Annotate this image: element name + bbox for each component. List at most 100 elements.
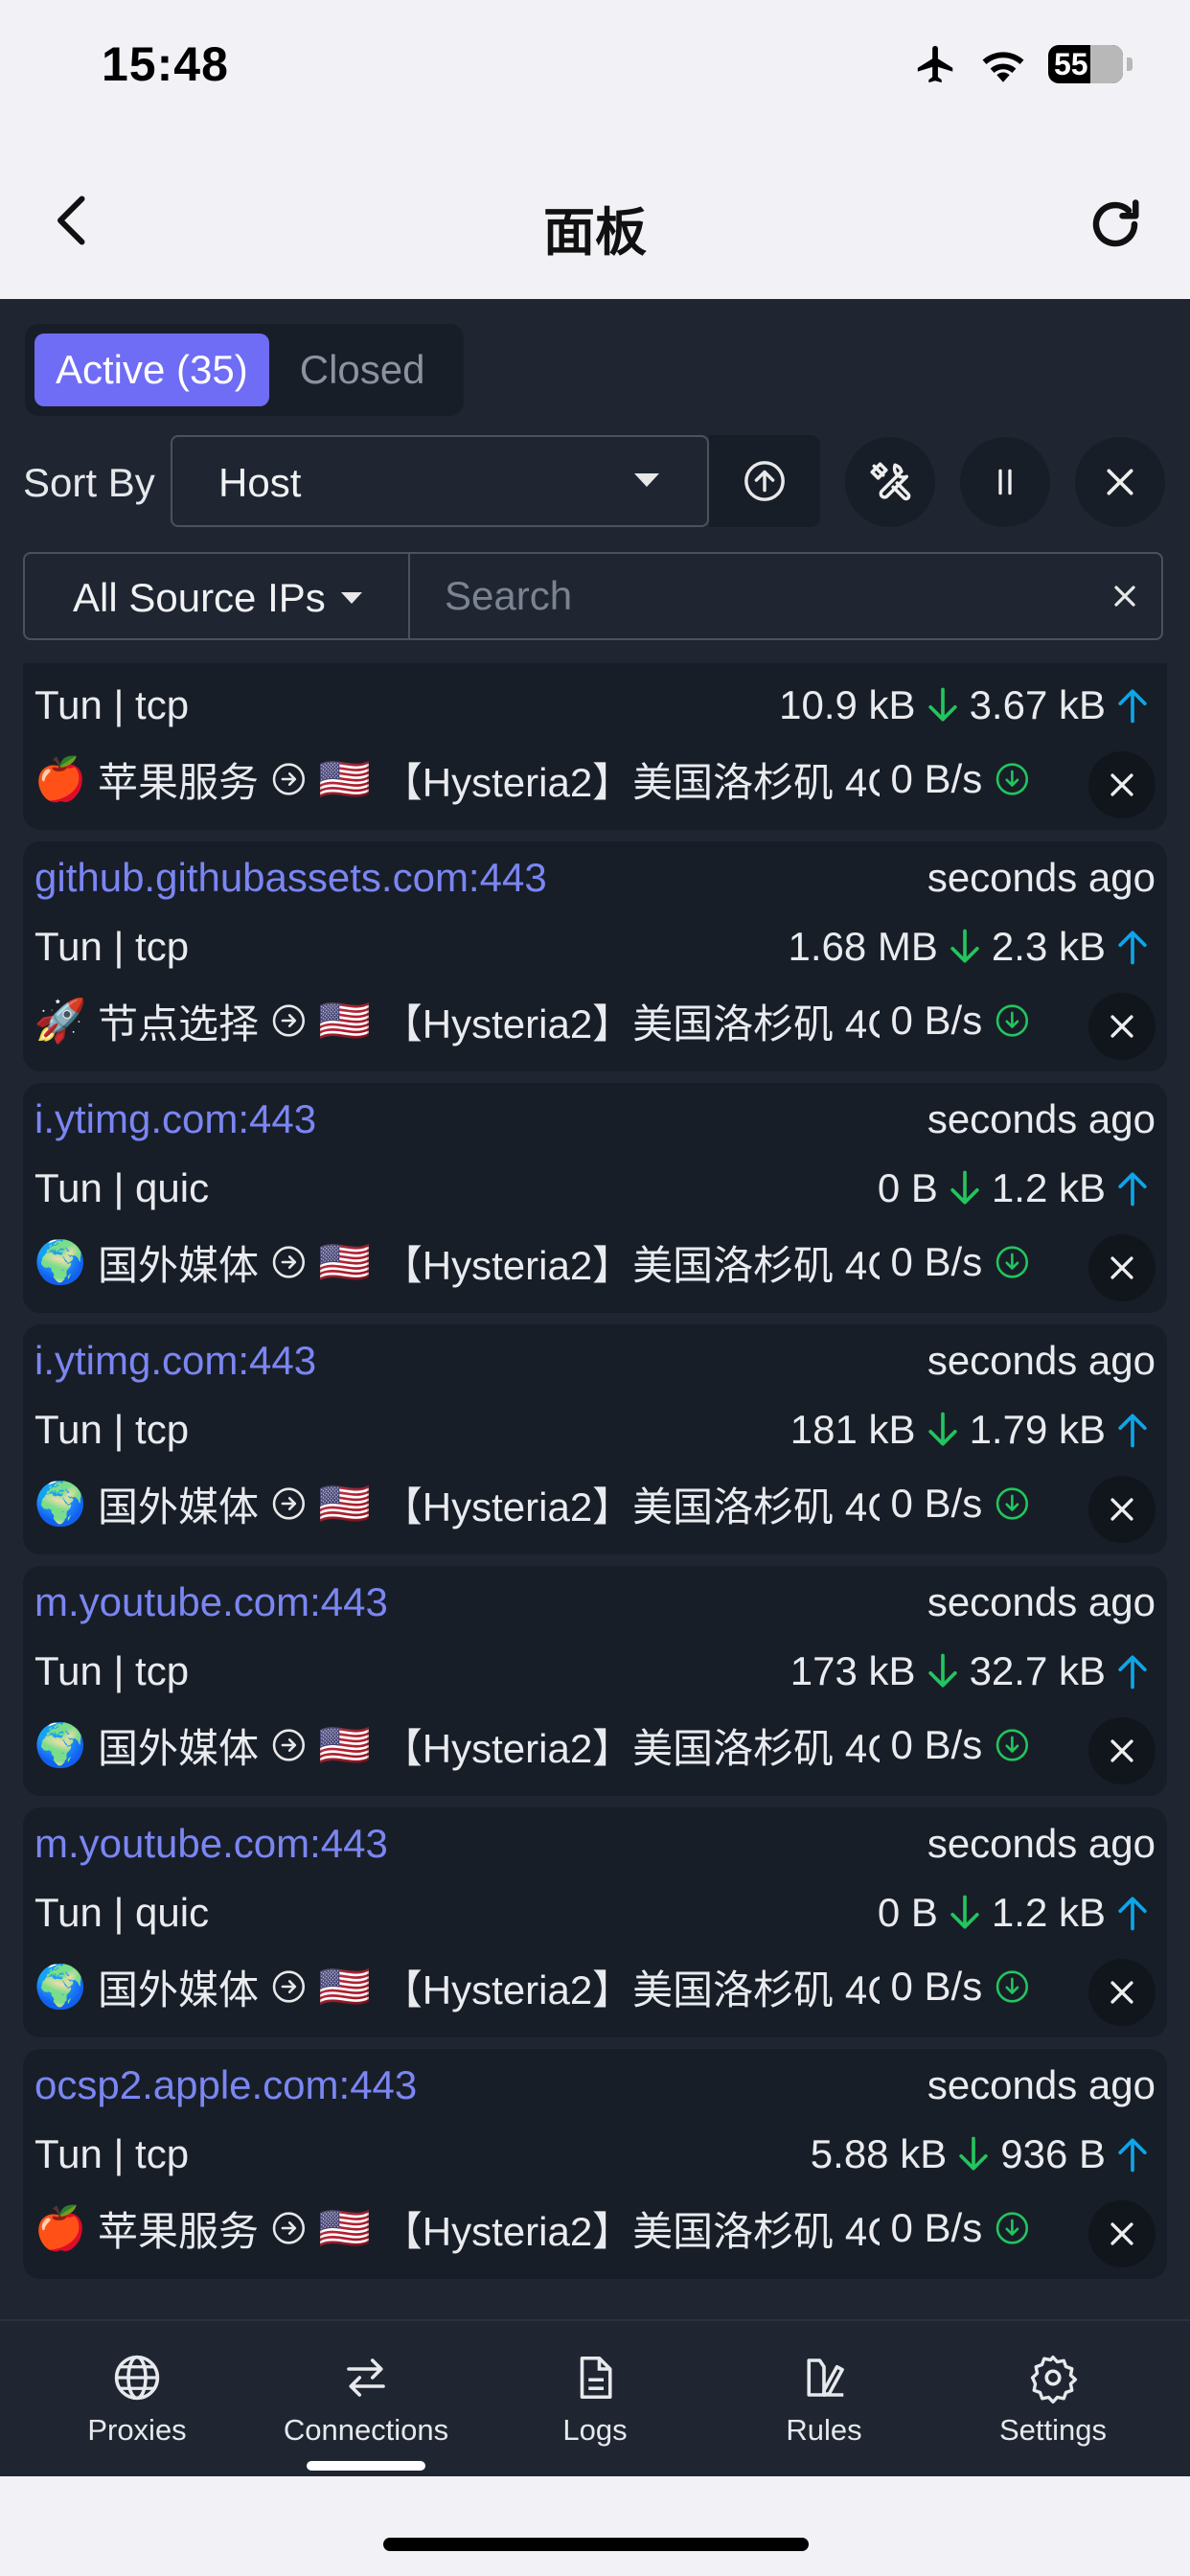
tab-rules[interactable]: Rules: [728, 2352, 920, 2448]
connection-host[interactable]: m.youtube.com:443: [34, 1821, 388, 1867]
tab-closed[interactable]: Closed: [279, 334, 446, 406]
connection-card[interactable]: m.youtube.com:443 seconds ago Tun | tcp …: [23, 1566, 1167, 1796]
close-connection-button[interactable]: [1088, 1234, 1156, 1301]
source-ip-select[interactable]: All Source IPs: [25, 554, 410, 638]
download-circle-icon: [995, 763, 1029, 795]
chevron-down-icon: [634, 473, 659, 487]
sort-select-value: Host: [218, 460, 302, 505]
upload-total: 3.67 kB: [969, 682, 1106, 727]
arrow-down-icon: [927, 687, 957, 722]
arrow-down-icon: [959, 2136, 988, 2171]
gear-icon: [1030, 2355, 1078, 2404]
arrow-up-icon: [1118, 1655, 1147, 1690]
filter-row: All Source IPs: [23, 552, 1163, 640]
arrow-up-circle-icon: [744, 461, 785, 501]
close-connection-button[interactable]: [1088, 1717, 1156, 1784]
connection-time: seconds ago: [927, 2062, 1156, 2107]
download-speed: 0 B/s: [890, 1964, 983, 2009]
connection-card[interactable]: ocsp2.apple.com:443 seconds ago Tun | tc…: [23, 2049, 1167, 2279]
connection-network: Tun | quic: [34, 1165, 210, 1210]
tab-label: Proxies: [87, 2413, 187, 2447]
pause-button[interactable]: [960, 437, 1050, 527]
download-total: 173 kB: [790, 1648, 916, 1693]
close-icon: [1110, 1256, 1133, 1279]
close-connection-button[interactable]: [1088, 2200, 1156, 2267]
wifi-icon: [982, 52, 1024, 82]
connection-host[interactable]: ocsp2.apple.com:443: [34, 2062, 417, 2108]
home-indicator[interactable]: [383, 2538, 809, 2551]
tab-settings[interactable]: Settings: [957, 2352, 1149, 2448]
download-circle-icon: [995, 2212, 1029, 2244]
rule-emoji: 🍎: [34, 755, 87, 804]
connection-host[interactable]: github.githubassets.com:443: [34, 855, 547, 901]
tab-proxies[interactable]: Proxies: [41, 2352, 233, 2448]
connection-traffic: 5.88 kB 936 B: [811, 2131, 1154, 2177]
sort-label: Sort By: [23, 460, 155, 505]
tab-logs[interactable]: Logs: [499, 2352, 691, 2448]
settings-tools-button[interactable]: [845, 437, 935, 527]
flag-emoji: 🇺🇸: [318, 1480, 372, 1529]
connection-card[interactable]: Tun | tcp 10.9 kB 3.67 kB 🍎 苹果服务 🇺🇸 【Hys…: [23, 663, 1167, 830]
tab-label: Logs: [562, 2413, 628, 2447]
refresh-icon[interactable]: [1087, 196, 1144, 253]
connection-network: Tun | tcp: [34, 1407, 190, 1452]
download-circle-icon: [995, 1487, 1029, 1520]
sort-row: Sort By Host: [0, 435, 1190, 531]
clear-search-icon[interactable]: [1108, 579, 1142, 613]
close-connection-button[interactable]: [1088, 993, 1156, 1060]
arrow-right-circle-icon: [272, 763, 306, 795]
connection-card[interactable]: i.ytimg.com:443 seconds ago Tun | quic 0…: [23, 1083, 1167, 1313]
download-circle-icon: [995, 1970, 1029, 2003]
connection-host[interactable]: i.ytimg.com:443: [34, 1096, 316, 1142]
connection-network: Tun | tcp: [34, 2131, 190, 2176]
close-connection-button[interactable]: [1088, 1476, 1156, 1543]
arrow-up-icon: [1118, 931, 1147, 965]
download-circle-icon: [995, 1246, 1029, 1278]
connection-host[interactable]: m.youtube.com:443: [34, 1579, 388, 1625]
close-connection-button[interactable]: [1088, 751, 1156, 818]
connection-card[interactable]: m.youtube.com:443 seconds ago Tun | quic…: [23, 1807, 1167, 2037]
connection-traffic: 181 kB 1.79 kB: [790, 1407, 1154, 1453]
proxy-node: 【Hysteria2】美国洛杉矶 4G: [381, 1242, 880, 1288]
tab-active[interactable]: Active (35): [34, 334, 269, 406]
close-icon: [1110, 1015, 1133, 1038]
status-icons: 55: [914, 42, 1133, 86]
close-all-button[interactable]: [1075, 437, 1165, 527]
arrow-up-icon: [1118, 1172, 1147, 1207]
download-circle-icon: [995, 1729, 1029, 1761]
connection-network: Tun | tcp: [34, 924, 190, 969]
search-input[interactable]: [412, 554, 1140, 638]
download-total: 5.88 kB: [810, 2131, 948, 2176]
connection-host[interactable]: i.ytimg.com:443: [34, 1338, 316, 1384]
flag-emoji: 🇺🇸: [318, 1238, 372, 1287]
arrow-up-icon: [1118, 1414, 1147, 1448]
connection-traffic: 10.9 kB 3.67 kB: [779, 682, 1154, 728]
connection-card[interactable]: i.ytimg.com:443 seconds ago Tun | tcp 18…: [23, 1324, 1167, 1554]
download-circle-icon: [995, 1004, 1029, 1037]
tab-label: Rules: [786, 2413, 862, 2447]
connection-card[interactable]: github.githubassets.com:443 seconds ago …: [23, 841, 1167, 1071]
battery-icon: 55: [1048, 45, 1123, 83]
sort-select[interactable]: Host: [171, 435, 709, 527]
arrow-right-circle-icon: [272, 1970, 306, 2003]
connection-network: Tun | tcp: [34, 682, 190, 727]
proxy-node: 【Hysteria2】美国洛杉矶 4G: [381, 1725, 880, 1771]
download-total: 181 kB: [790, 1407, 916, 1452]
tab-label: Settings: [998, 2413, 1107, 2447]
flag-emoji: 🇺🇸: [318, 997, 372, 1046]
connection-list[interactable]: Tun | tcp 10.9 kB 3.67 kB 🍎 苹果服务 🇺🇸 【Hys…: [0, 663, 1190, 2321]
arrow-up-icon: [1118, 689, 1147, 724]
arrow-right-circle-icon: [272, 1487, 306, 1520]
download-speed: 0 B/s: [890, 998, 983, 1043]
connection-traffic: 0 B 1.2 kB: [878, 1165, 1154, 1211]
download-speed: 0 B/s: [890, 756, 983, 801]
sort-direction-button[interactable]: [709, 435, 820, 527]
arrow-up-icon: [1118, 2138, 1147, 2173]
upload-total: 1.2 kB: [991, 1890, 1106, 1935]
connection-time: seconds ago: [927, 1338, 1156, 1383]
close-connection-button[interactable]: [1088, 1959, 1156, 2026]
arrow-down-icon: [950, 929, 979, 963]
tab-connections[interactable]: Connections: [270, 2352, 462, 2448]
close-icon: [1107, 469, 1133, 495]
arrow-up-icon: [1118, 1897, 1147, 1931]
